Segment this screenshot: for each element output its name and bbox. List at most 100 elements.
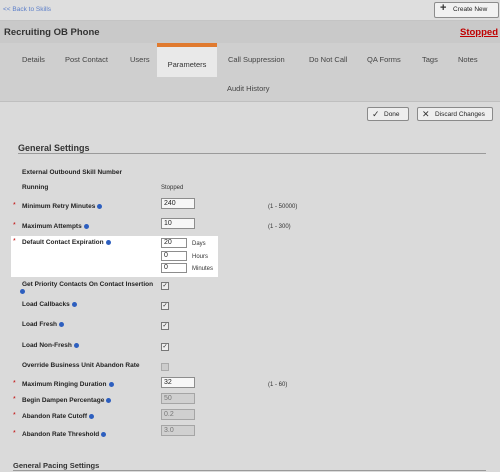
required-marker: * (13, 238, 16, 245)
tab-bar: Details Post Contact Users Parameters Ca… (0, 43, 500, 101)
override-text: Override Business Unit Abandon Rate (22, 362, 140, 369)
check-icon: ✓ (372, 109, 380, 119)
override-label: Override Business Unit Abandon Rate (22, 362, 140, 369)
tab-call-suppression[interactable]: Call Suppression (228, 55, 285, 64)
check-icon: ✓ (162, 303, 168, 309)
override-checkbox[interactable] (161, 363, 169, 371)
priority-checkbox[interactable]: ✓ (161, 282, 169, 290)
tab-parameters-label: Parameters (167, 60, 207, 69)
min-retry-range: (1 - 50000) (268, 204, 298, 210)
min-retry-text: Minimum Retry Minutes (22, 203, 96, 210)
info-icon[interactable] (83, 223, 89, 229)
running-value: Stopped (161, 185, 184, 191)
content-divider (0, 101, 500, 102)
expiration-text: Default Contact Expiration (22, 239, 104, 246)
tab-qa-forms[interactable]: QA Forms (367, 55, 401, 64)
page-title: Recruiting OB Phone (4, 27, 100, 38)
hours-unit: Hours (192, 254, 209, 260)
external-skill-label: External Outbound Skill Number (22, 169, 123, 176)
tab-details[interactable]: Details (22, 55, 45, 64)
max-ringing-text: Maximum Ringing Duration (22, 381, 107, 388)
required-marker: * (13, 380, 16, 387)
title-bar: Recruiting OB Phone Stopped (0, 21, 500, 43)
general-settings-title: General Settings (18, 143, 90, 153)
load-nonfresh-label: Load Non-Fresh (22, 342, 79, 349)
close-icon: ✕ (422, 109, 430, 119)
create-new-label: Create New (453, 6, 488, 13)
load-fresh-checkbox[interactable]: ✓ (161, 322, 169, 330)
days-unit: Days (192, 241, 206, 247)
abandon-threshold-input[interactable]: 3.0 (161, 425, 195, 436)
tab-do-not-call[interactable]: Do Not Call (309, 55, 347, 64)
abandon-threshold-label: Abandon Rate Threshold (22, 431, 107, 438)
max-attempts-label: Maximum Attempts (22, 223, 89, 230)
info-icon[interactable] (105, 239, 111, 245)
create-new-button[interactable]: + Create New (434, 2, 499, 18)
done-button[interactable]: ✓ Done (367, 107, 409, 121)
info-icon[interactable] (20, 289, 25, 294)
info-icon[interactable] (108, 381, 114, 387)
check-icon: ✓ (162, 344, 168, 350)
info-icon[interactable] (71, 301, 77, 307)
check-icon: ✓ (162, 283, 168, 289)
load-nonfresh-text: Load Non-Fresh (22, 342, 72, 349)
tab-parameters[interactable]: Parameters (157, 43, 217, 77)
max-attempts-input[interactable]: 10 (161, 218, 195, 229)
info-icon[interactable] (101, 431, 107, 437)
tab-audit-history[interactable]: Audit History (227, 84, 270, 93)
status-link[interactable]: Stopped (460, 27, 498, 38)
load-callbacks-checkbox[interactable]: ✓ (161, 302, 169, 310)
required-marker: * (13, 202, 16, 209)
max-attempts-range: (1 - 300) (268, 224, 291, 230)
section-rule (13, 470, 486, 471)
abandon-cutoff-text: Abandon Rate Cutoff (22, 413, 87, 420)
required-marker: * (13, 430, 16, 437)
info-icon[interactable] (59, 321, 65, 327)
section-rule (18, 153, 486, 154)
done-label: Done (384, 111, 400, 118)
top-bar: << Back to Skills + Create New (0, 0, 500, 21)
min-retry-label: Minimum Retry Minutes (22, 203, 103, 210)
tab-notes[interactable]: Notes (458, 55, 478, 64)
check-icon: ✓ (162, 323, 168, 329)
expiration-label: Default Contact Expiration (22, 239, 111, 246)
load-nonfresh-checkbox[interactable]: ✓ (161, 343, 169, 351)
tab-tags[interactable]: Tags (422, 55, 438, 64)
abandon-cutoff-input[interactable]: 0.2 (161, 409, 195, 420)
info-icon[interactable] (97, 203, 103, 209)
back-to-skills-link[interactable]: << Back to Skills (3, 6, 51, 13)
pacing-settings-title: General Pacing Settings (13, 461, 100, 470)
min-retry-input[interactable]: 240 (161, 198, 195, 209)
load-fresh-label: Load Fresh (22, 321, 65, 328)
required-marker: * (13, 222, 16, 229)
tab-post-contact[interactable]: Post Contact (65, 55, 108, 64)
dampen-label: Begin Dampen Percentage (22, 397, 112, 404)
discard-changes-button[interactable]: ✕ Discard Changes (417, 107, 493, 121)
expiration-days-input[interactable]: 20 (161, 238, 187, 248)
expiration-hours-input[interactable]: 0 (161, 251, 187, 261)
running-label: Running (22, 184, 49, 191)
tab-users[interactable]: Users (130, 55, 150, 64)
priority-text: Get Priority Contacts On Contact Inserti… (22, 281, 154, 288)
discard-changes-label: Discard Changes (435, 111, 485, 118)
dampen-input[interactable]: 50 (161, 393, 195, 404)
abandon-threshold-text: Abandon Rate Threshold (22, 431, 100, 438)
plus-icon: + (440, 2, 447, 14)
load-callbacks-text: Load Callbacks (22, 301, 70, 308)
max-attempts-text: Maximum Attempts (22, 223, 82, 230)
max-ringing-label: Maximum Ringing Duration (22, 381, 114, 388)
load-fresh-text: Load Fresh (22, 321, 58, 328)
load-callbacks-label: Load Callbacks (22, 301, 77, 308)
max-ringing-range: (1 - 60) (268, 382, 288, 388)
info-icon[interactable] (89, 413, 94, 419)
required-marker: * (13, 396, 16, 403)
abandon-cutoff-label: Abandon Rate Cutoff (22, 413, 94, 420)
minutes-unit: Minutes (192, 266, 214, 272)
max-ringing-input[interactable]: 32 (161, 377, 195, 388)
info-icon[interactable] (106, 397, 112, 403)
required-marker: * (13, 412, 16, 419)
priority-label: Get Priority Contacts On Contact Inserti… (22, 281, 153, 288)
info-icon[interactable] (73, 342, 79, 348)
dampen-text: Begin Dampen Percentage (22, 397, 105, 404)
expiration-minutes-input[interactable]: 0 (161, 263, 187, 273)
